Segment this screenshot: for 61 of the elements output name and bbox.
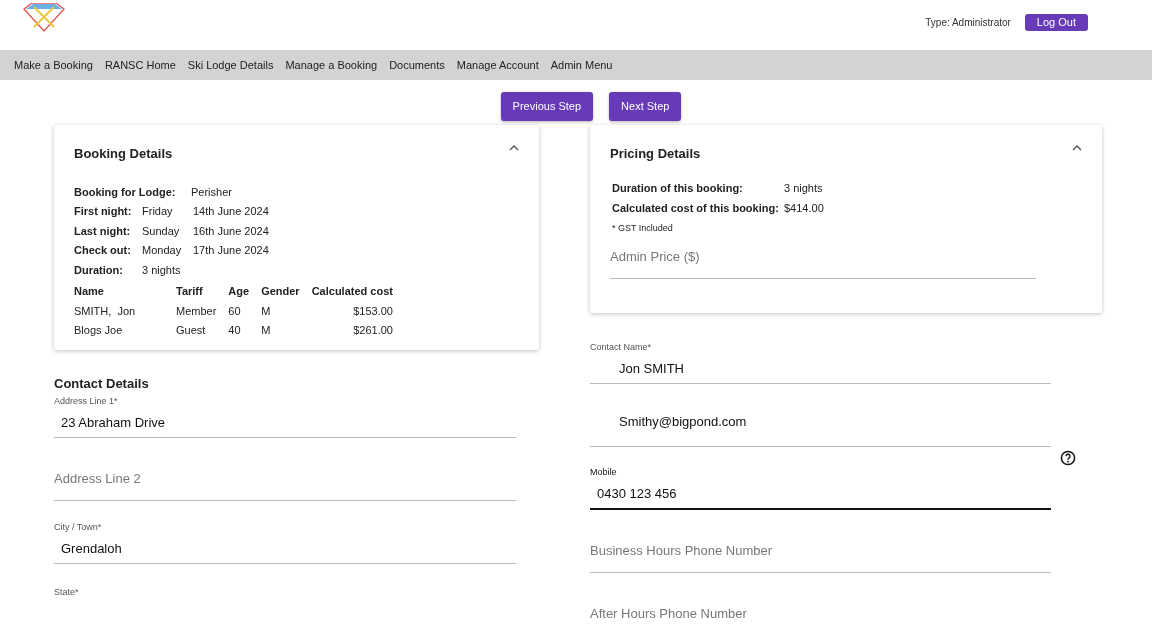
detail-value: 14th June 2024 — [193, 204, 269, 219]
detail-label: First night: — [74, 204, 133, 219]
column-header: Age — [228, 282, 262, 302]
help-icon[interactable] — [1060, 450, 1076, 466]
table-cell-text: 40 — [228, 323, 242, 338]
step-button[interactable]: Next Step — [609, 92, 682, 121]
column-header: Gender — [261, 282, 312, 302]
collapse-icon[interactable] — [1072, 144, 1082, 152]
input-field[interactable]: Address Line 1* 23 Abraham Drive — [54, 392, 516, 438]
column-header: Name — [74, 282, 176, 302]
nav-link[interactable]: Make a Booking — [14, 56, 93, 74]
input-field[interactable]: Mobile 0430 123 456 — [590, 447, 1051, 510]
input-field[interactable]: City / Town* Grendaloh — [54, 501, 516, 564]
detail-label: Check out: — [74, 243, 132, 258]
nav-link[interactable]: Manage Account — [456, 56, 539, 74]
column-header: Tariff — [176, 282, 229, 302]
detail-value: 3 nights — [784, 180, 823, 196]
detail-value: 17th June 2024 — [193, 243, 269, 258]
detail-value: Sunday — [142, 223, 181, 239]
step-button[interactable]: Previous Step — [500, 92, 594, 121]
detail-label: Last night: — [74, 223, 132, 239]
detail-label: Booking for Lodge: — [74, 184, 177, 200]
table-cell-text: $153.00 — [352, 303, 394, 319]
logo — [22, 3, 66, 33]
table-cell-text: $261.00 — [352, 323, 394, 338]
nav-link[interactable]: RANSC Home — [104, 56, 176, 74]
detail-label: Calculated cost of this booking: — [612, 200, 780, 216]
detail-value: Monday — [142, 243, 183, 258]
input-field[interactable]: Contact Name* Jon SMITH — [590, 321, 1051, 384]
detail-value: 16th June 2024 — [193, 223, 269, 239]
input-field[interactable]: Address Line 2 — [54, 438, 516, 501]
input-field[interactable]: After Hours Phone Number — [590, 573, 1051, 625]
nav-link[interactable]: Admin Menu — [550, 56, 613, 74]
nav-link[interactable]: Ski Lodge Details — [187, 56, 274, 74]
table-cell-text: M — [261, 323, 272, 338]
input-field[interactable]: Smithy@bigpond.com — [590, 384, 1051, 447]
admin-price-field[interactable]: Admin Price ($) — [610, 235, 1036, 279]
section-title: Contact Details — [54, 376, 150, 392]
user-type-text: Type: Administrator — [925, 15, 1011, 30]
nav-link[interactable]: Documents — [389, 56, 445, 74]
detail-value: Perisher — [191, 184, 232, 200]
note-text: * GST Included — [612, 221, 674, 235]
card-title: Pricing Details — [610, 145, 701, 163]
input-field[interactable]: State* — [54, 564, 516, 625]
nav-link[interactable]: Manage a Booking — [285, 56, 378, 74]
collapse-icon[interactable] — [509, 144, 519, 152]
column-header: Calculated cost — [311, 284, 394, 299]
table-cell: SMITH, Jon — [74, 301, 176, 321]
detail-value: $414.00 — [784, 200, 824, 216]
table-cell-text: M — [261, 303, 272, 319]
detail-value: Friday — [142, 204, 174, 219]
table-cell: Member — [176, 301, 229, 321]
card-title: Booking Details — [74, 145, 173, 163]
detail-label: Duration: — [74, 262, 124, 278]
log-out-button[interactable]: Log Out — [1024, 13, 1088, 31]
detail-value: 3 nights — [142, 262, 181, 278]
table-cell-text: 60 — [228, 303, 242, 319]
table-cell: Blogs Joe — [74, 321, 176, 341]
detail-label: Duration of this booking: — [612, 180, 744, 196]
input-field[interactable]: Business Hours Phone Number — [590, 510, 1051, 573]
table-cell: Guest — [176, 321, 229, 341]
